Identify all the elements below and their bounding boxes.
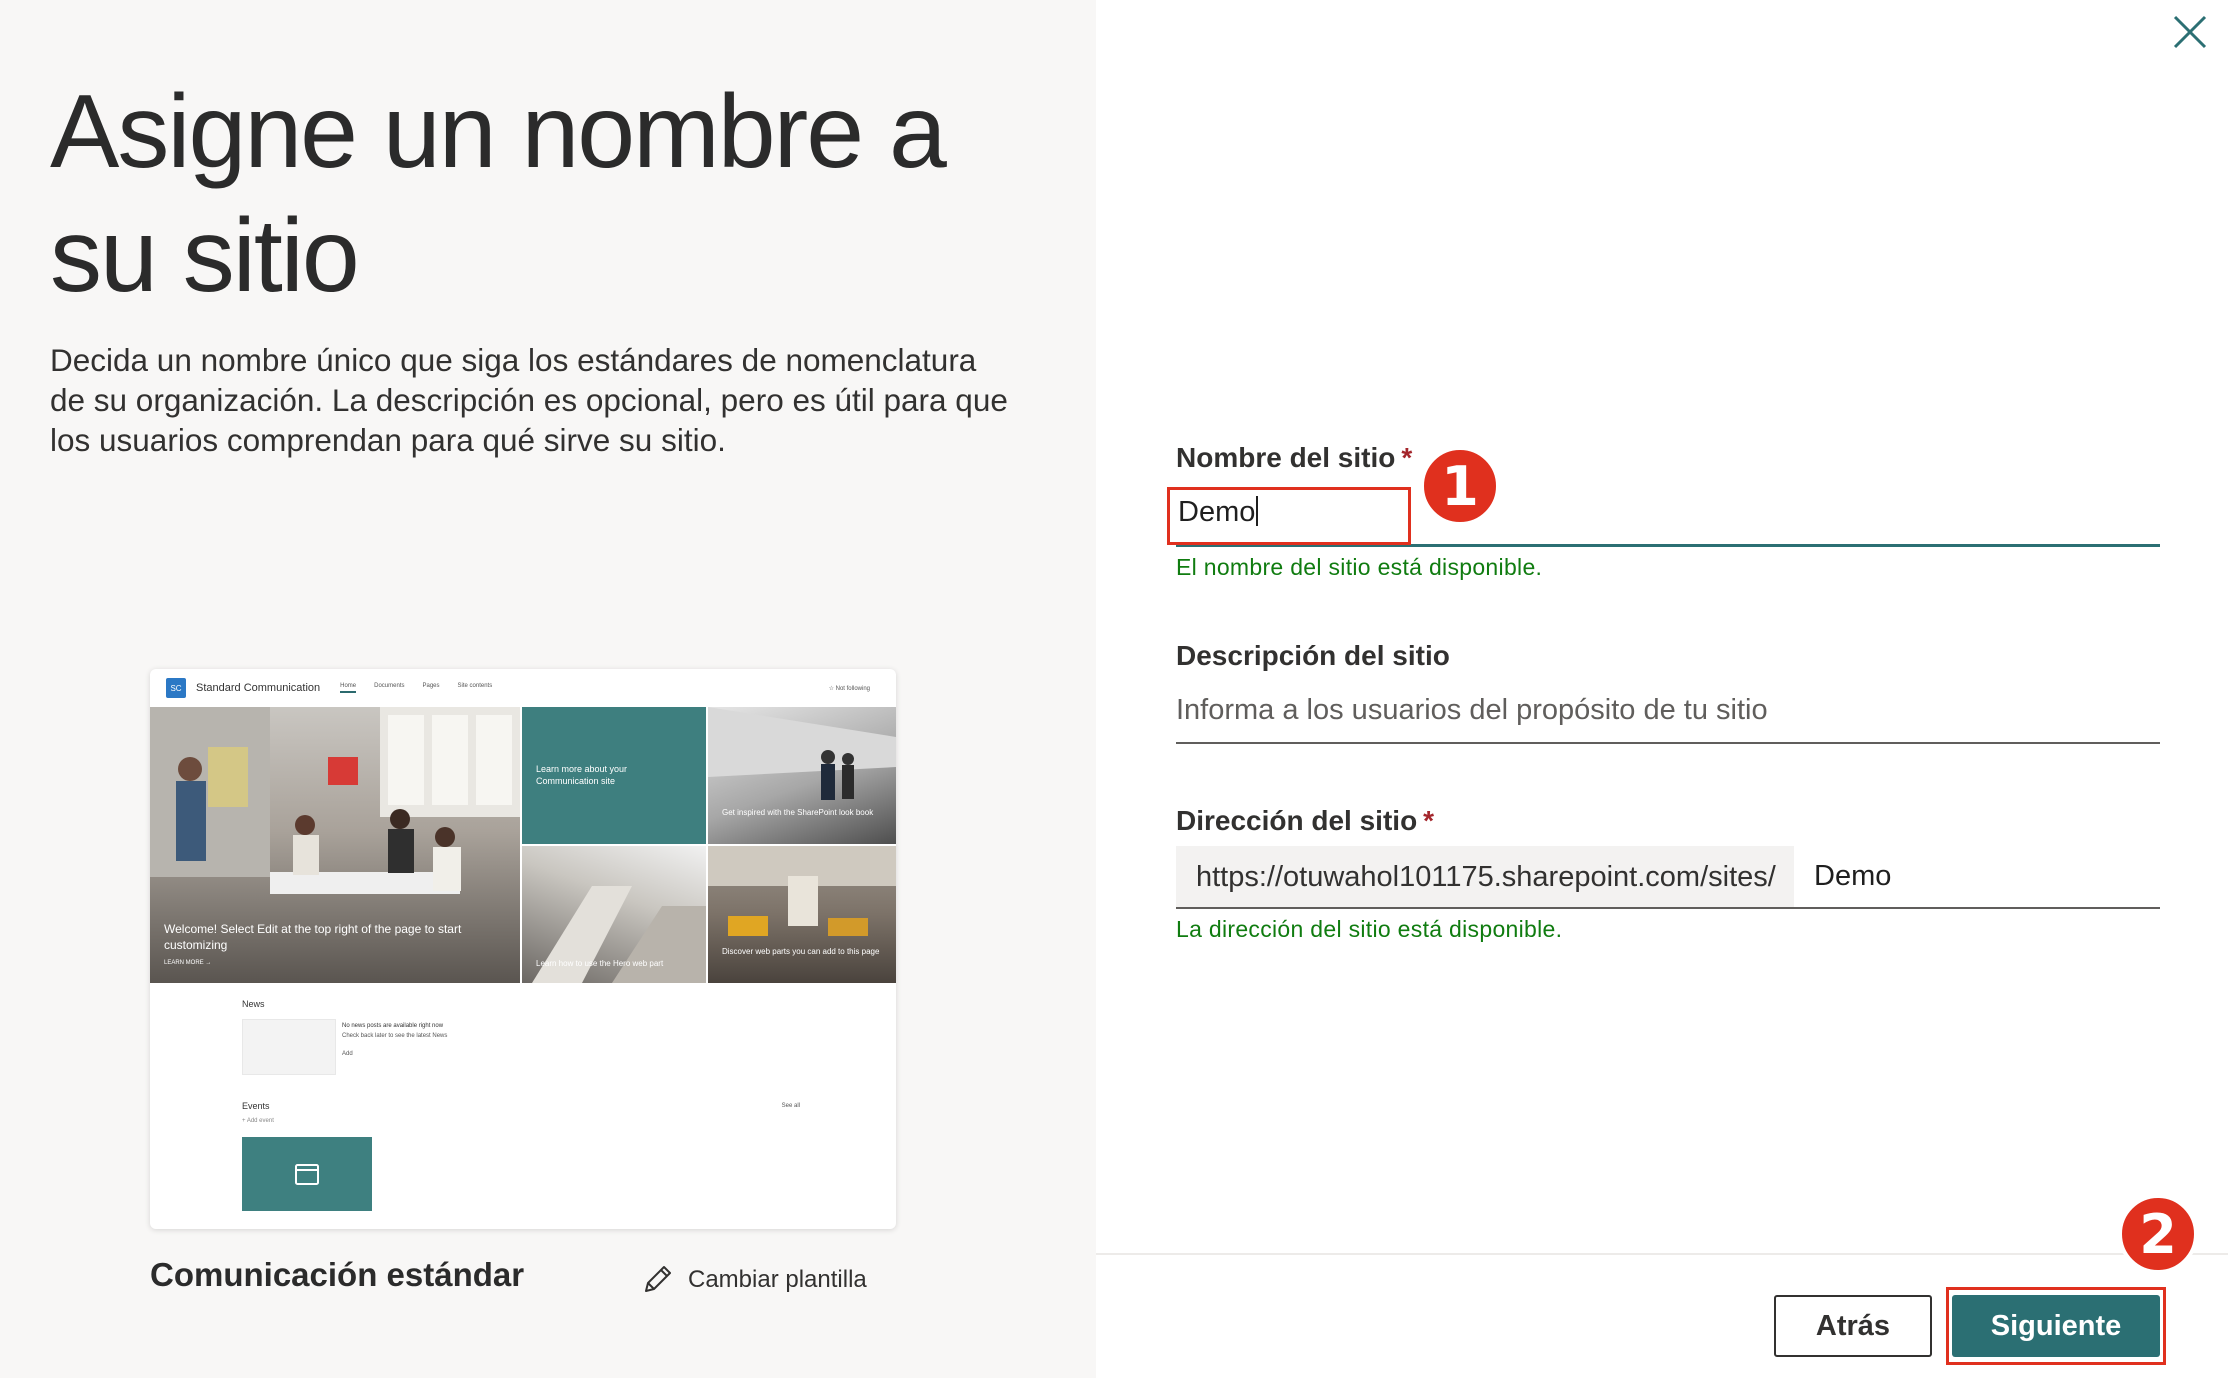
preview-teal-tile-text: Learn more about your Communication site [536,764,628,786]
highlight-next-button [1946,1287,2166,1365]
back-button[interactable]: Atrás [1774,1295,1932,1357]
preview-tile-top-right: Get inspired with the SharePoint look bo… [708,707,896,844]
address-status: La dirección del sitio está disponible. [1176,916,1563,942]
architecture-photo-image [708,707,896,800]
required-mark: * [1423,805,1435,836]
preview-hero: Welcome! Select Edit at the top right of… [150,707,896,983]
preview-tile-bottom-right: Discover web parts you can add to this p… [708,846,896,983]
preview-news-label: News [242,999,265,1009]
preview-tile-bottom-right-text: Discover web parts you can add to this p… [722,947,880,956]
preview-nav-item: Home [340,683,357,693]
preview-site-name: Standard Communication [196,682,321,694]
template-preview: SC Standard Communication Home Documents… [150,669,896,1229]
step-badge-1: 1 [1420,446,1500,526]
pencil-icon [645,1266,671,1292]
change-template-link[interactable]: Cambiar plantilla [640,1260,867,1300]
address-prefix: https://otuwahol101175.sharepoint.com/si… [1176,846,1794,908]
site-name-label-text: Nombre del sitio [1176,442,1396,473]
step-badge-2: 2 [2118,1194,2198,1274]
right-panel [1096,0,2228,1378]
preview-tile-bottom-mid: Learn how to use the Hero web part [522,846,706,983]
preview-site-logo: SC [166,678,186,698]
preview-follow: ☆ Not following [828,685,870,692]
preview-hero-main-text: Welcome! Select Edit at the top right of… [164,922,462,952]
description-label: Descripción del sitio [1176,640,1450,671]
preview-news-empty-sub: Check back later to see the latest News [342,1033,448,1039]
preview-header: SC Standard Communication Home Documents… [150,669,896,707]
site-name-status: El nombre del sitio está disponible. [1176,554,1543,580]
preview-teal-tile: Learn more about your Communication site [522,707,706,844]
preview-events-label: Events [242,1101,270,1111]
change-template-label: Cambiar plantilla [688,1266,867,1293]
site-name-label: Nombre del sitio * [1176,442,1412,474]
footer-divider [1096,1253,2228,1255]
preview-nav-item: Site contents [457,683,493,689]
preview-news-more: Add [342,1051,353,1057]
page-title-line2: su sitio [50,198,360,314]
preview-tile-bottom-mid-text: Learn how to use the Hero web part [536,959,664,968]
preview-hero-main-tile: Welcome! Select Edit at the top right of… [150,707,520,983]
preview-event-card [242,1137,372,1211]
preview-news-placeholder [242,1019,336,1075]
address-underline [1176,907,2160,909]
page-title: Asigne un nombre a su sitio [50,70,1050,318]
preview-nav: Home Documents Pages Site contents [340,683,492,693]
address-label-text: Dirección del sitio [1176,805,1418,836]
preview-nav-item: Pages [422,683,440,689]
template-name: Comunicación estándar [150,1256,525,1293]
highlight-site-name [1167,487,1411,545]
preview-news-text: No news posts are available right now Ch… [342,1021,447,1059]
preview-tile-top-right-text: Get inspired with the SharePoint look bo… [722,808,874,817]
address-label: Dirección del sitio * [1176,805,1434,837]
required-mark: * [1401,442,1413,473]
preview-news-empty-title: No news posts are available right now [342,1023,444,1029]
description-underline [1176,742,2160,744]
page-title-line1: Asigne un nombre a [50,74,947,190]
preview-add-event: + Add event [242,1118,274,1124]
close-icon [2173,15,2207,49]
address-input[interactable]: Demo [1814,860,1891,893]
calendar-icon [295,1164,319,1185]
close-button[interactable] [2162,4,2218,60]
preview-hero-main-link: LEARN MORE → [164,960,212,966]
preview-see-all: See all [781,1103,800,1109]
lounge-photo-image [708,846,896,936]
preview-nav-item: Documents [374,683,405,689]
page-description: Decida un nombre único que siga los está… [50,342,1008,458]
description-input[interactable]: Informa a los usuarios del propósito de … [1176,694,1768,727]
